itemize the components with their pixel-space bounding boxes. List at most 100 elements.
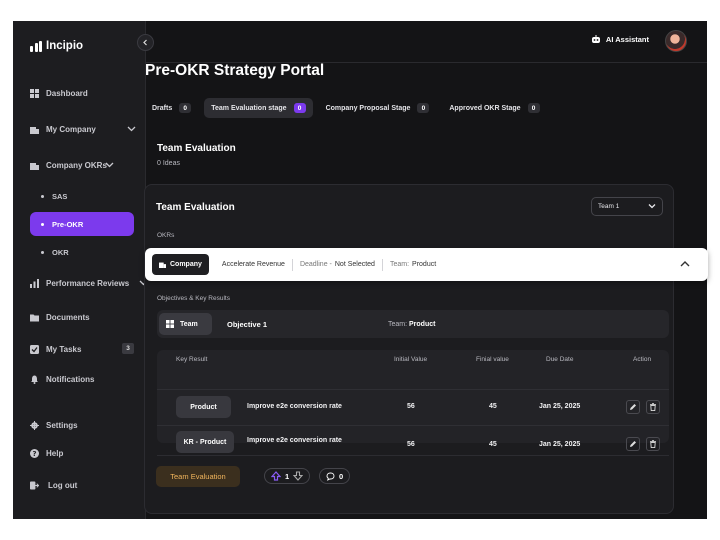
okr-name: Accelerate Revenue: [221, 261, 285, 268]
sidebar-item-label: Company OKRs: [46, 161, 107, 170]
sidebar-item-company-okrs[interactable]: Company OKRs: [30, 161, 136, 170]
deadline-label: Deadline -: [299, 261, 332, 268]
column-header-due-date: Due Date: [546, 356, 574, 363]
ai-assistant-label: AI Assistant: [605, 35, 649, 44]
sidebar-item-label: OKR: [52, 248, 69, 257]
bullet-icon: [41, 251, 44, 254]
edit-button[interactable]: [626, 437, 640, 451]
team-select[interactable]: Team 1: [591, 197, 663, 216]
sidebar-item-documents[interactable]: Documents: [30, 313, 136, 322]
tab-label: Team Evaluation stage: [211, 104, 287, 112]
tasks-count-badge: 3: [122, 343, 134, 354]
divider: [381, 258, 383, 271]
row-divider: [157, 425, 669, 426]
sidebar: Incipio Dashboard My Company Company OKR…: [13, 21, 148, 519]
tab-company-proposal[interactable]: Company Proposal Stage 0: [319, 98, 437, 118]
kr-initial-value: 56: [407, 403, 415, 410]
tab-count: 0: [417, 103, 430, 113]
robot-icon: [591, 35, 600, 43]
kr-chip: KR - Product: [176, 431, 234, 453]
tab-team-evaluation[interactable]: Team Evaluation stage 0: [204, 98, 313, 118]
gear-icon: [30, 421, 39, 430]
sidebar-item-my-company[interactable]: My Company: [30, 125, 136, 134]
comments-pill[interactable]: 0: [319, 468, 351, 484]
objective-name: Objective 1: [227, 320, 268, 329]
upvote-icon[interactable]: [271, 471, 281, 481]
column-header-key-result: Key Result: [176, 356, 208, 363]
sidebar-item-label: My Tasks: [46, 345, 82, 354]
tab-count: 0: [293, 103, 306, 113]
sidebar-subitem-pre-okr[interactable]: Pre-OKR: [30, 212, 134, 236]
grid-icon: [166, 320, 174, 328]
tab-approved-okr[interactable]: Approved OKR Stage 0: [442, 98, 546, 118]
objectives-label: Objectives & Key Results: [157, 295, 230, 302]
logo-icon: [30, 40, 42, 52]
tab-drafts[interactable]: Drafts 0: [145, 98, 198, 118]
card-title: Team Evaluation: [156, 202, 235, 213]
chevron-down-icon[interactable]: [105, 160, 114, 171]
vote-count: 1: [285, 471, 290, 481]
okrs-label: OKRs: [157, 232, 175, 239]
avatar[interactable]: [665, 30, 687, 52]
downvote-icon[interactable]: [293, 471, 304, 481]
column-header-final-value: Finial value: [476, 356, 509, 363]
team-select-value: Team 1: [598, 203, 620, 210]
sidebar-subitem-okr[interactable]: OKR: [41, 248, 69, 257]
kr-initial-value: 56: [407, 441, 415, 448]
sidebar-item-label: Pre-OKR: [52, 219, 84, 229]
sidebar-subitem-sas[interactable]: SAS: [41, 192, 67, 201]
tab-label: Approved OKR Stage: [449, 104, 521, 112]
team-chip-label: Team: [180, 320, 198, 328]
kr-due-date: Jan 25, 2025: [539, 403, 581, 410]
folder-icon: [30, 313, 39, 322]
logout-icon: [30, 481, 39, 490]
objective-team: Team: Product: [388, 321, 435, 328]
collapse-sidebar-button[interactable]: [137, 34, 154, 51]
sidebar-item-label: Help: [46, 449, 64, 458]
team-evaluation-card: [144, 184, 674, 514]
help-icon: ?: [30, 449, 39, 458]
edit-button[interactable]: [626, 400, 640, 414]
delete-button[interactable]: [646, 437, 660, 451]
page-title: Pre-OKR Strategy Portal: [145, 62, 325, 79]
app-name: Incipio: [46, 40, 84, 52]
sidebar-item-label: Dashboard: [46, 89, 88, 98]
tab-count: 0: [527, 103, 540, 113]
pencil-icon: [630, 404, 636, 410]
chevron-down-icon[interactable]: [127, 124, 136, 135]
kr-chip: Product: [176, 396, 231, 418]
sidebar-item-notifications[interactable]: Notifications: [30, 375, 136, 384]
trash-icon: [650, 403, 656, 411]
sidebar-item-label: SAS: [52, 192, 68, 201]
building-icon: [159, 262, 166, 268]
okr-row[interactable]: Company Accelerate Revenue Deadline - No…: [145, 248, 708, 281]
app-logo[interactable]: Incipio: [30, 40, 83, 52]
team-chip: Team: [159, 313, 212, 335]
column-header-action: Action: [633, 356, 652, 363]
sidebar-item-settings[interactable]: Settings: [30, 421, 136, 430]
stage-button[interactable]: Team Evaluation: [156, 466, 240, 487]
delete-button[interactable]: [646, 400, 660, 414]
objective-team-label: Team:: [388, 321, 408, 328]
dashboard-icon: [30, 89, 39, 98]
top-bar: AI Assistant: [146, 21, 707, 63]
objective-team-value: Product: [409, 321, 436, 328]
ideas-count: 0 Ideas: [157, 160, 180, 167]
trash-icon: [650, 440, 656, 448]
sidebar-item-help[interactable]: ? Help: [30, 449, 136, 458]
svg-text:?: ?: [32, 450, 36, 458]
bar-chart-icon: [30, 279, 39, 288]
bell-icon: [30, 375, 39, 384]
chevron-up-icon[interactable]: [679, 257, 691, 275]
column-header-initial-value: Initial Value: [394, 356, 428, 363]
building-icon: [30, 161, 39, 170]
sidebar-item-logout[interactable]: Log out: [30, 481, 136, 490]
sidebar-item-my-tasks[interactable]: My Tasks 3: [30, 343, 136, 354]
tasks-icon: [30, 345, 39, 354]
sidebar-item-dashboard[interactable]: Dashboard: [30, 89, 136, 98]
ai-assistant-button[interactable]: AI Assistant: [591, 35, 649, 44]
company-chip: Company: [152, 254, 209, 275]
vote-pill[interactable]: 1: [264, 468, 311, 484]
sidebar-item-performance-reviews[interactable]: Performance Reviews: [30, 279, 148, 288]
sidebar-item-label: Log out: [48, 481, 78, 490]
